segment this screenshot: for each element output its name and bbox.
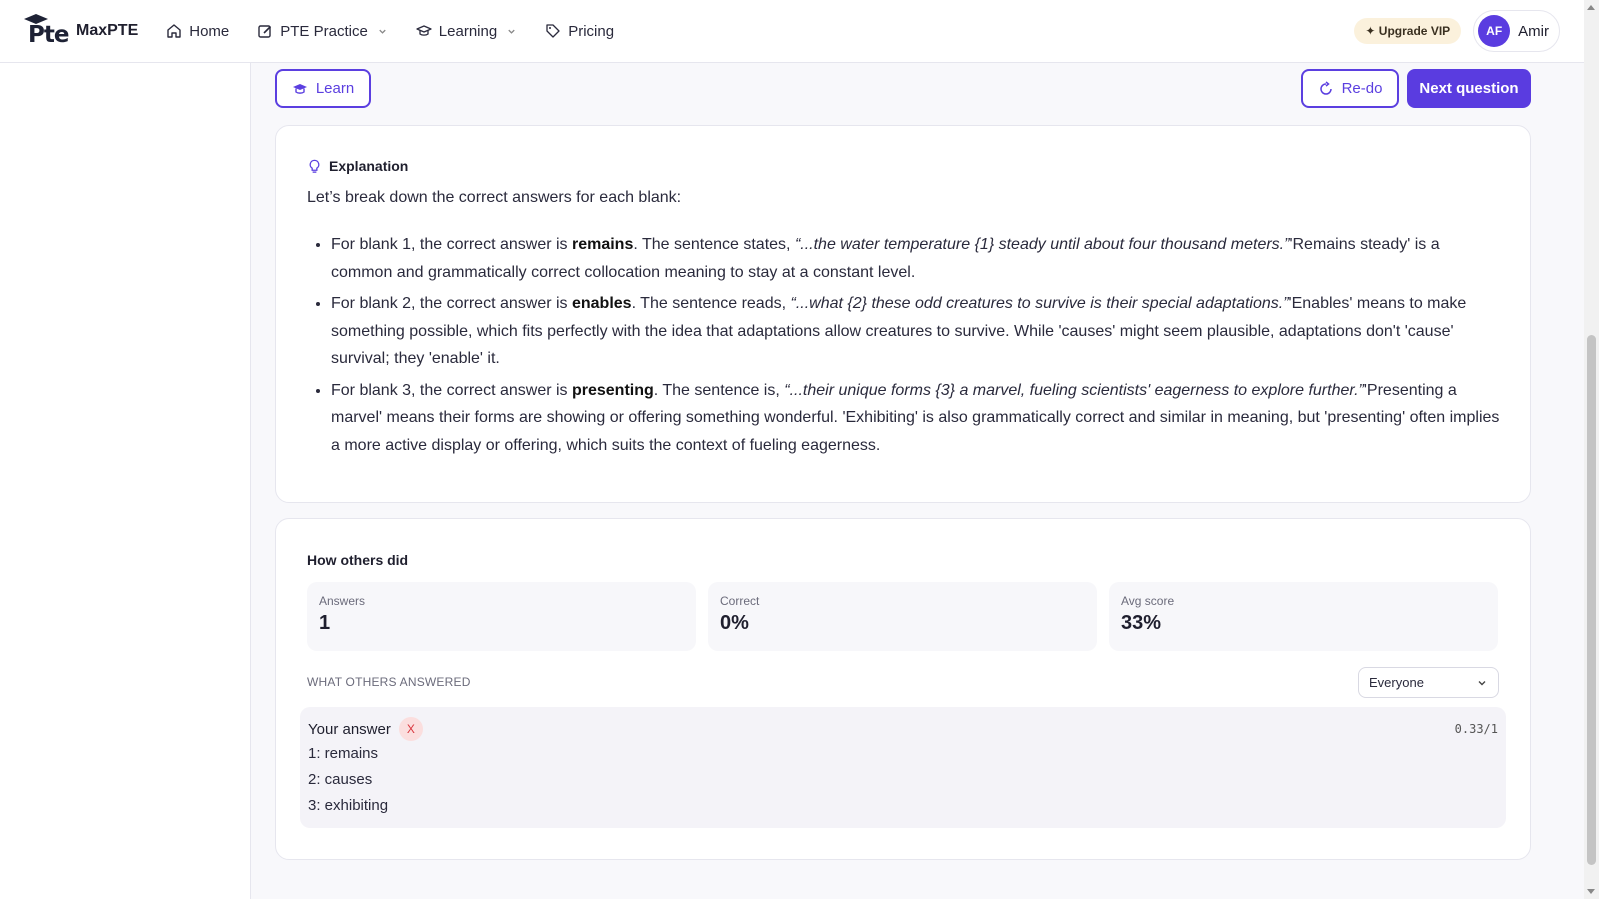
nav-home[interactable]: Home (166, 23, 229, 40)
explanation-item: For blank 2, the correct answer is enabl… (331, 290, 1501, 373)
redo-button[interactable]: Re-do (1301, 69, 1399, 108)
incorrect-badge: X (398, 717, 423, 741)
stat-value: 1 (319, 612, 331, 634)
nav-pricing[interactable]: Pricing (545, 23, 614, 40)
nav-pricing-label: Pricing (568, 22, 615, 40)
stats-title: How others did (307, 552, 409, 568)
explanation-item: For blank 3, the correct answer is prese… (331, 377, 1501, 460)
learn-button-label: Learn (315, 80, 355, 97)
stat-value: 33% (1121, 612, 1162, 634)
nav-links: Home PTE Practice Learning Pricing (166, 23, 614, 40)
logo-text: Pte (28, 22, 69, 48)
nav-pte-practice[interactable]: PTE Practice (257, 23, 388, 40)
logo[interactable]: Pte MaxPTE (24, 14, 138, 48)
home-icon (167, 24, 181, 38)
left-sidebar (0, 63, 251, 899)
nav-pte-practice-label: PTE Practice (280, 22, 368, 40)
tag-icon (546, 24, 560, 38)
nav-home-label: Home (189, 22, 230, 40)
your-answer-label: Your answer (308, 720, 391, 738)
logo-mark: Pte (24, 14, 69, 48)
quote: “...the water temperature {1} steady unt… (794, 236, 1290, 253)
stat-value: 0% (720, 612, 749, 634)
scroll-up-arrow-icon[interactable] (1587, 5, 1595, 10)
stat-label: Answers (319, 594, 366, 608)
stat-label: Avg score (1121, 594, 1175, 608)
stat-avg-score: Avg score 33% (1109, 582, 1498, 651)
explanation-item: For blank 1, the correct answer is remai… (331, 231, 1501, 286)
your-answer-header: Your answer X (308, 717, 423, 741)
explanation-header: Explanation (307, 158, 408, 174)
your-answer-box: Your answer X 0.33/1 1: remains 2: cause… (300, 707, 1506, 828)
scroll-down-arrow-icon[interactable] (1587, 889, 1595, 894)
stat-correct: Correct 0% (708, 582, 1097, 651)
redo-button-label: Re-do (1341, 80, 1383, 97)
correct-answer: enables (571, 295, 632, 312)
chevron-down-icon (379, 29, 386, 34)
explanation-title: Explanation (329, 158, 409, 174)
upgrade-vip-button[interactable]: ✦ Upgrade VIP (1354, 18, 1462, 44)
page-scrollbar[interactable] (1584, 0, 1599, 899)
learn-button[interactable]: Learn (275, 69, 371, 108)
answer-line: 3: exhibiting (308, 797, 389, 814)
audience-filter-value: Everyone (1369, 675, 1424, 690)
user-name: Amir (1518, 22, 1549, 40)
nav-learning-label: Learning (438, 22, 498, 40)
correct-answer: remains (571, 236, 634, 253)
audience-filter-select[interactable]: Everyone (1358, 667, 1499, 698)
graduation-cap-icon (292, 83, 307, 94)
graduation-cap-icon (416, 25, 432, 36)
explanation-card: Explanation Let’s break down the correct… (275, 125, 1531, 503)
main-content: Learn Re-do Next question Explanation Le… (251, 63, 1556, 899)
nav-learning[interactable]: Learning (416, 23, 517, 40)
chevron-down-icon (508, 29, 515, 34)
how-others-did-card: How others did Answers 1 Correct 0% Avg … (275, 518, 1531, 860)
next-question-button[interactable]: Next question (1407, 69, 1531, 108)
what-others-answered-label: WHAT OTHERS ANSWERED (307, 675, 471, 689)
answer-line: 2: causes (308, 771, 373, 788)
answer-score: 0.33/1 (1454, 722, 1498, 736)
nav-right: ✦ Upgrade VIP AF Amir (1354, 10, 1560, 52)
quote: “...what {2} these odd creatures to surv… (790, 295, 1289, 312)
edit-icon (258, 25, 272, 38)
stat-label: Correct (720, 594, 760, 608)
quote: “...their unique forms {3} a marvel, fue… (784, 381, 1364, 399)
lightbulb-icon (309, 159, 320, 173)
explanation-list: For blank 1, the correct answer is remai… (331, 231, 1501, 463)
avatar: AF (1478, 15, 1511, 47)
correct-answer: presenting (571, 381, 654, 399)
answer-line: 1: remains (308, 745, 379, 762)
explanation-intro: Let’s break down the correct answers for… (307, 189, 682, 206)
stat-answers: Answers 1 (307, 582, 696, 651)
user-menu[interactable]: AF Amir (1473, 10, 1560, 52)
next-question-label: Next question (1419, 80, 1519, 97)
chevron-down-icon (1478, 680, 1486, 685)
refresh-icon (1319, 80, 1332, 95)
scrollbar-thumb[interactable] (1587, 335, 1596, 865)
brand-name: MaxPTE (76, 22, 139, 39)
top-navigation: Pte MaxPTE Home PTE Practice Learning Pr… (0, 0, 1584, 63)
